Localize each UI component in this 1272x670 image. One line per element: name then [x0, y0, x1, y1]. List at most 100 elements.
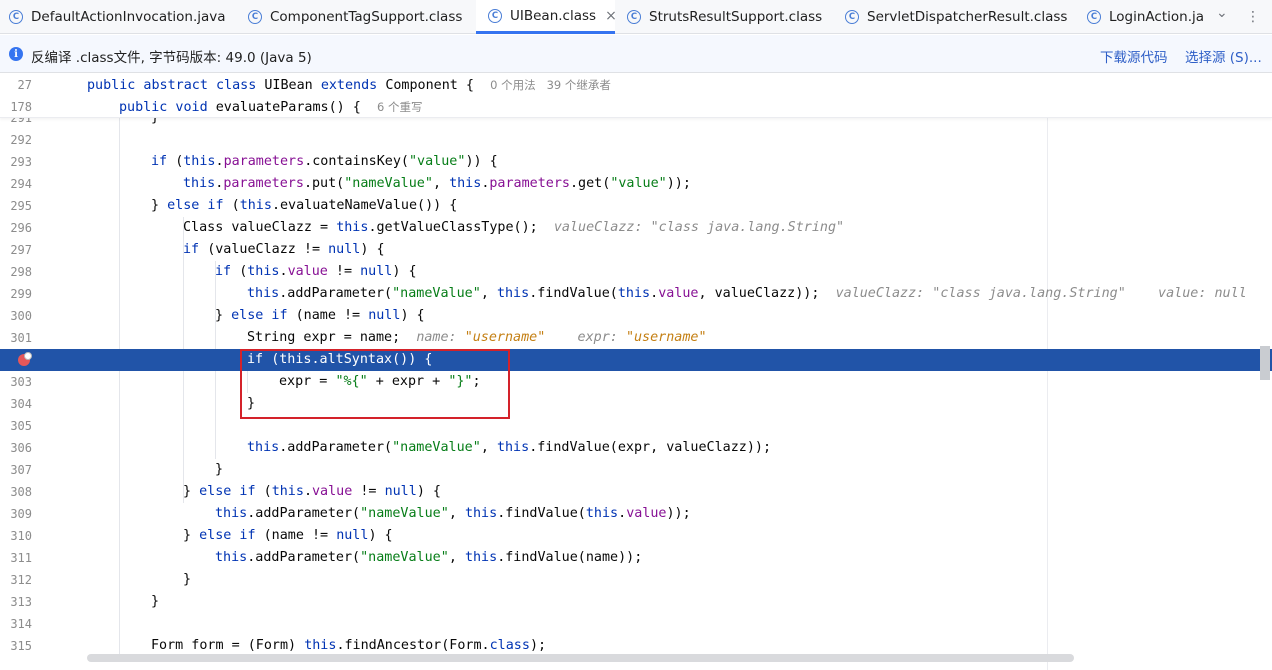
tab-login-action[interactable]: C LoginAction.java: [1087, 0, 1204, 34]
vertical-scrollbar-thumb[interactable]: [1260, 346, 1270, 380]
horizontal-scrollbar[interactable]: [87, 654, 1074, 662]
code-token: .get(: [570, 176, 611, 191]
code-text: if (valueClazz != null) {: [183, 239, 385, 261]
code-line[interactable]: 298 if (this.value != null) {: [0, 261, 1272, 283]
choose-sources-link[interactable]: 选择源 (S)...: [1185, 46, 1262, 66]
tab-servlet-dispatcher-result[interactable]: C ServletDispatcherResult.class: [845, 0, 1073, 34]
code-token: );: [529, 638, 547, 653]
code-line[interactable]: 309 this.addParameter("nameValue", this.f…: [0, 503, 1272, 525]
code-line[interactable]: 294 this.parameters.put("nameValue", this…: [0, 173, 1272, 195]
class-icon: C: [248, 10, 262, 24]
code-text: } else if (name != null) {: [215, 305, 425, 327]
class-icon: C: [488, 8, 502, 23]
code-text: public abstract class UIBean extends Com…: [87, 74, 611, 97]
code-token: .: [215, 154, 224, 169]
info-icon: i: [9, 47, 23, 61]
code-token: "value": [610, 176, 667, 191]
code-editor[interactable]: 291}292293if (this.parameters.containsKe…: [0, 74, 1272, 670]
line-number: 315: [10, 639, 32, 653]
code-token: this: [247, 264, 280, 279]
tab-component-tag-support[interactable]: C ComponentTagSupport.class: [248, 0, 474, 34]
code-token: .findValue(: [529, 286, 618, 301]
line-number: 292: [10, 133, 32, 147]
breakpoint-icon[interactable]: [18, 352, 32, 366]
code-token: .containsKey(: [304, 154, 409, 169]
line-number: 300: [10, 309, 32, 323]
code-token: Component {: [385, 78, 491, 93]
code-token: String expr = name;: [247, 330, 417, 345]
code-token: ) {: [416, 484, 441, 499]
download-sources-link[interactable]: 下载源代码: [1100, 46, 1168, 66]
code-line[interactable]: 178 public void evaluateParams() { 6 个重写: [0, 96, 1272, 118]
code-token: value: [658, 286, 699, 301]
code-token: ,: [480, 440, 497, 455]
code-line[interactable]: 304}: [0, 393, 1272, 415]
code-line[interactable]: 314: [0, 613, 1272, 635]
code-line[interactable]: 307}: [0, 459, 1272, 481]
code-token: .addParameter(: [279, 440, 393, 455]
code-token: )) {: [465, 154, 498, 169]
code-line[interactable]: 299 this.addParameter("nameValue", this.f…: [0, 283, 1272, 305]
close-tab-icon[interactable]: ×: [605, 8, 615, 24]
code-token: }: [183, 484, 200, 499]
code-token: ));: [666, 176, 691, 191]
code-line[interactable]: 27 public abstract class UIBean extends C…: [0, 74, 1272, 96]
code-token: value: [287, 264, 328, 279]
current-execution-line[interactable]: if (this.altSyntax()) {: [0, 349, 1272, 371]
line-number: 310: [10, 529, 32, 543]
line-number: 303: [10, 375, 32, 389]
line-number: 309: [10, 507, 32, 521]
code-token: expr:: [545, 330, 626, 345]
code-line[interactable]: 300 } else if (name != null) {: [0, 305, 1272, 327]
code-token: parameters: [223, 154, 305, 169]
tab-uibean[interactable]: C UIBean.class ×: [476, 0, 615, 34]
code-line[interactable]: 303 expr = "%{" + expr + "}";: [0, 371, 1272, 393]
code-line[interactable]: 311 this.addParameter("nameValue", this.f…: [0, 547, 1272, 569]
code-line[interactable]: 296 Class valueClazz = this.getValueClass…: [0, 217, 1272, 239]
code-line[interactable]: 312}: [0, 569, 1272, 591]
line-number: 306: [10, 441, 32, 455]
code-token: .evaluateNameValue()) {: [271, 198, 458, 213]
code-line[interactable]: 295} else if (this.evaluateNameValue()) …: [0, 195, 1272, 217]
code-token: .put(: [303, 176, 345, 191]
code-text: if (this.value != null) {: [215, 261, 417, 283]
tab-default-action-invocation[interactable]: C DefaultActionInvocation.java: [9, 0, 237, 34]
code-token: class: [489, 638, 530, 653]
code-token: (name !=: [295, 308, 369, 323]
more-options-icon[interactable]: ⋮: [1246, 0, 1260, 34]
line-number: 294: [10, 177, 32, 191]
code-token: evaluateParams() {: [215, 100, 377, 115]
code-line[interactable]: 297 if (valueClazz != null) {: [0, 239, 1272, 261]
tab-label: UIBean.class: [510, 7, 597, 24]
code-token: ) {: [360, 242, 385, 257]
code-token: null: [384, 484, 417, 499]
code-token: this: [496, 440, 530, 455]
code-token: this: [617, 286, 651, 301]
code-line[interactable]: 301 String expr = name; name: "username" …: [0, 327, 1272, 349]
tab-label: LoginAction.java: [1109, 9, 1204, 25]
line-number: 304: [10, 397, 32, 411]
line-number: 312: [10, 573, 32, 587]
code-token: public abstract class: [87, 78, 265, 93]
code-text: Class valueClazz = this.getValueClassTyp…: [183, 217, 844, 239]
tab-struts-result-support[interactable]: C StrutsResultSupport.class: [627, 0, 835, 34]
code-token: ,: [448, 550, 465, 565]
code-line[interactable]: 310} else if (name != null) {: [0, 525, 1272, 547]
code-line[interactable]: 293 if (this.parameters.containsKey("valu…: [0, 151, 1272, 173]
code-token: !=: [327, 264, 361, 279]
code-line[interactable]: 308} else if (this.value != null) {: [0, 481, 1272, 503]
code-line[interactable]: 305: [0, 415, 1272, 437]
line-number: 307: [10, 463, 32, 477]
code-token: "nameValue": [392, 440, 481, 455]
code-text: } else if (this.value != null) {: [183, 481, 441, 503]
code-token: .: [279, 264, 288, 279]
code-token: "nameValue": [392, 286, 481, 301]
code-line[interactable]: 313}: [0, 591, 1272, 613]
code-token: (: [263, 484, 272, 499]
code-token: .getValueClassType();: [368, 220, 554, 235]
class-icon: C: [9, 10, 23, 24]
editor-tab-bar: C DefaultActionInvocation.java C Compone…: [0, 0, 1272, 34]
tab-list-chevron-icon[interactable]: ⌄: [1216, 0, 1228, 30]
code-line[interactable]: 292: [0, 129, 1272, 151]
code-line[interactable]: 306 this.addParameter("nameValue", this.f…: [0, 437, 1272, 459]
